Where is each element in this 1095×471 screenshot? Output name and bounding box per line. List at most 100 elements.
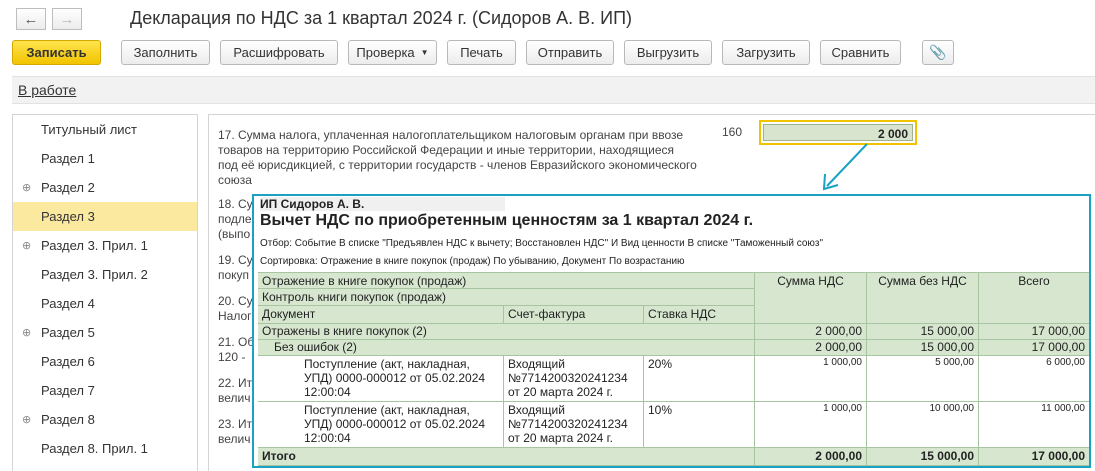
- forward-button[interactable]: →: [52, 8, 82, 30]
- arrow-left-icon: ←: [23, 10, 39, 28]
- sidebar-item-label: Раздел 8: [41, 412, 95, 427]
- line-22-text-2: велич: [218, 391, 251, 405]
- table-row-1-rate: 20%: [644, 356, 755, 402]
- table-row-1-novat: 5 000,00: [867, 356, 979, 402]
- sidebar-item-section-3[interactable]: Раздел 3: [13, 202, 197, 231]
- line-18-text-2: подле: [218, 212, 252, 226]
- save-button[interactable]: Записать: [12, 40, 101, 65]
- status-bar: [12, 76, 1095, 104]
- table-row-2-vat: 1 000,00: [755, 402, 867, 448]
- line-21-text-1: 21. Об: [218, 335, 255, 349]
- report-filter: Отбор: Событие В списке "Предъявлен НДС …: [260, 238, 824, 249]
- status-link[interactable]: В работе: [18, 82, 76, 98]
- table-row-2-novat: 10 000,00: [867, 402, 979, 448]
- doc-line-2: УПД) 0000-000012 от 05.02.2024: [304, 417, 486, 431]
- sidebar-item-label: Раздел 4: [41, 296, 95, 311]
- table-row-1-total: 6 000,00: [979, 356, 1089, 402]
- table-row-1-invoice: Входящий №7714200320241234 от 20 марта 2…: [504, 356, 644, 402]
- invoice-line-3: от 20 марта 2024 г.: [508, 431, 613, 445]
- group-reflected-total: 17 000,00: [979, 324, 1089, 340]
- sidebar-item-label: Раздел 8. Прил. 1: [41, 441, 148, 456]
- report-sort: Сортировка: Отражение в книге покупок (п…: [260, 256, 685, 267]
- invoice-line-1: Входящий: [508, 357, 565, 371]
- invoice-line-1: Входящий: [508, 403, 565, 417]
- header-rate: Ставка НДС: [644, 306, 755, 324]
- check-dropdown-button[interactable]: Проверка ▼: [348, 40, 437, 65]
- fill-button[interactable]: Заполнить: [121, 40, 210, 65]
- sidebar-item-section-2[interactable]: ⊕ Раздел 2: [13, 173, 197, 202]
- table-row-1-vat: 1 000,00: [755, 356, 867, 402]
- group-reflected-novat: 15 000,00: [867, 324, 979, 340]
- totals-total: 17 000,00: [979, 448, 1089, 466]
- compare-button[interactable]: Сравнить: [820, 40, 901, 65]
- back-button[interactable]: ←: [16, 8, 46, 30]
- export-button[interactable]: Выгрузить: [624, 40, 712, 65]
- line-20-text-2: Налог: [218, 309, 252, 323]
- line-17-text-3: под её юрисдикцией, с территории государ…: [218, 158, 697, 172]
- sidebar-item-label: Титульный лист: [41, 122, 138, 137]
- sidebar-item-section-7[interactable]: Раздел 7: [13, 376, 197, 405]
- attach-button[interactable]: 📎: [922, 40, 954, 65]
- header-total: Всего: [979, 272, 1089, 324]
- group-no-errors-novat: 15 000,00: [867, 340, 979, 356]
- line-20-text-1: 20. Су: [218, 294, 253, 308]
- sidebar-item-section-4[interactable]: Раздел 4: [13, 289, 197, 318]
- sidebar-item-label: Раздел 5: [41, 325, 95, 340]
- sidebar-item-label: Раздел 3. Прил. 2: [41, 267, 148, 282]
- print-button[interactable]: Печать: [447, 40, 516, 65]
- decode-button[interactable]: Расшифровать: [220, 40, 338, 65]
- send-button[interactable]: Отправить: [526, 40, 614, 65]
- sidebar-item-label: Раздел 1: [41, 151, 95, 166]
- sidebar-item-label: Раздел 3: [41, 209, 95, 224]
- line-23-text-2: велич: [218, 432, 251, 446]
- import-button[interactable]: Загрузить: [722, 40, 810, 65]
- doc-line-3: 12:00:04: [304, 431, 351, 445]
- report-popup: ИП Сидоров А. В. Вычет НДС по приобретен…: [252, 194, 1091, 468]
- line-18-text-1: 18. Су: [218, 197, 253, 211]
- expand-icon[interactable]: ⊕: [22, 181, 31, 194]
- header-document: Документ: [258, 306, 504, 324]
- check-label: Проверка: [356, 45, 415, 60]
- sidebar-item-section-1[interactable]: Раздел 1: [13, 144, 197, 173]
- line-17-text-2: товаров на территорию Российской Федерац…: [218, 143, 674, 157]
- line-17-code: 160: [722, 125, 743, 139]
- table-row-2-invoice: Входящий №7714200320241234 от 20 марта 2…: [504, 402, 644, 448]
- sidebar-item-label: Раздел 7: [41, 383, 95, 398]
- group-reflected-label: Отражены в книге покупок (2): [258, 324, 755, 340]
- expand-icon[interactable]: ⊕: [22, 239, 31, 252]
- group-no-errors-label: Без ошибок (2): [258, 340, 755, 356]
- invoice-line-2: №7714200320241234: [508, 371, 628, 385]
- sidebar-item-title-page[interactable]: Титульный лист: [13, 115, 197, 144]
- report-org: ИП Сидоров А. В.: [260, 197, 505, 211]
- doc-line-2: УПД) 0000-000012 от 05.02.2024: [304, 371, 486, 385]
- doc-line-1: Поступление (акт, накладная,: [304, 403, 470, 417]
- doc-line-3: 12:00:04: [304, 385, 351, 399]
- invoice-line-2: №7714200320241234: [508, 417, 628, 431]
- callout-arrow-icon: [822, 143, 868, 191]
- paperclip-icon: 📎: [929, 44, 947, 60]
- line-19-text-2: покуп: [218, 268, 250, 282]
- table-row-2-total: 11 000,00: [979, 402, 1089, 448]
- totals-vat: 2 000,00: [755, 448, 867, 466]
- chevron-down-icon: ▼: [420, 48, 429, 57]
- header-novat: Сумма без НДС: [867, 272, 979, 324]
- expand-icon[interactable]: ⊕: [22, 326, 31, 339]
- table-row-1-document[interactable]: Поступление (акт, накладная, УПД) 0000-0…: [258, 356, 504, 402]
- report-title: Вычет НДС по приобретенным ценностям за …: [260, 212, 754, 229]
- group-reflected-vat: 2 000,00: [755, 324, 867, 340]
- totals-novat: 15 000,00: [867, 448, 979, 466]
- header-reflection: Отражение в книге покупок (продаж): [258, 272, 755, 289]
- sidebar-item-label: Раздел 2: [41, 180, 95, 195]
- header-control: Контроль книги покупок (продаж): [258, 289, 755, 306]
- sidebar-item-section-5[interactable]: ⊕ Раздел 5: [13, 318, 197, 347]
- sidebar-item-section-6[interactable]: Раздел 6: [13, 347, 197, 376]
- sidebar-item-section-8-app-1[interactable]: Раздел 8. Прил. 1: [13, 434, 197, 463]
- sidebar-item-label: Раздел 3. Прил. 1: [41, 238, 148, 253]
- expand-icon[interactable]: ⊕: [22, 413, 31, 426]
- table-row-2-rate: 10%: [644, 402, 755, 448]
- line-17-value: 2 000: [763, 124, 913, 141]
- sidebar-item-section-3-app-2[interactable]: Раздел 3. Прил. 2: [13, 260, 197, 289]
- sidebar-item-section-3-app-1[interactable]: ⊕ Раздел 3. Прил. 1: [13, 231, 197, 260]
- table-row-2-document[interactable]: Поступление (акт, накладная, УПД) 0000-0…: [258, 402, 504, 448]
- sidebar-item-section-8[interactable]: ⊕ Раздел 8: [13, 405, 197, 434]
